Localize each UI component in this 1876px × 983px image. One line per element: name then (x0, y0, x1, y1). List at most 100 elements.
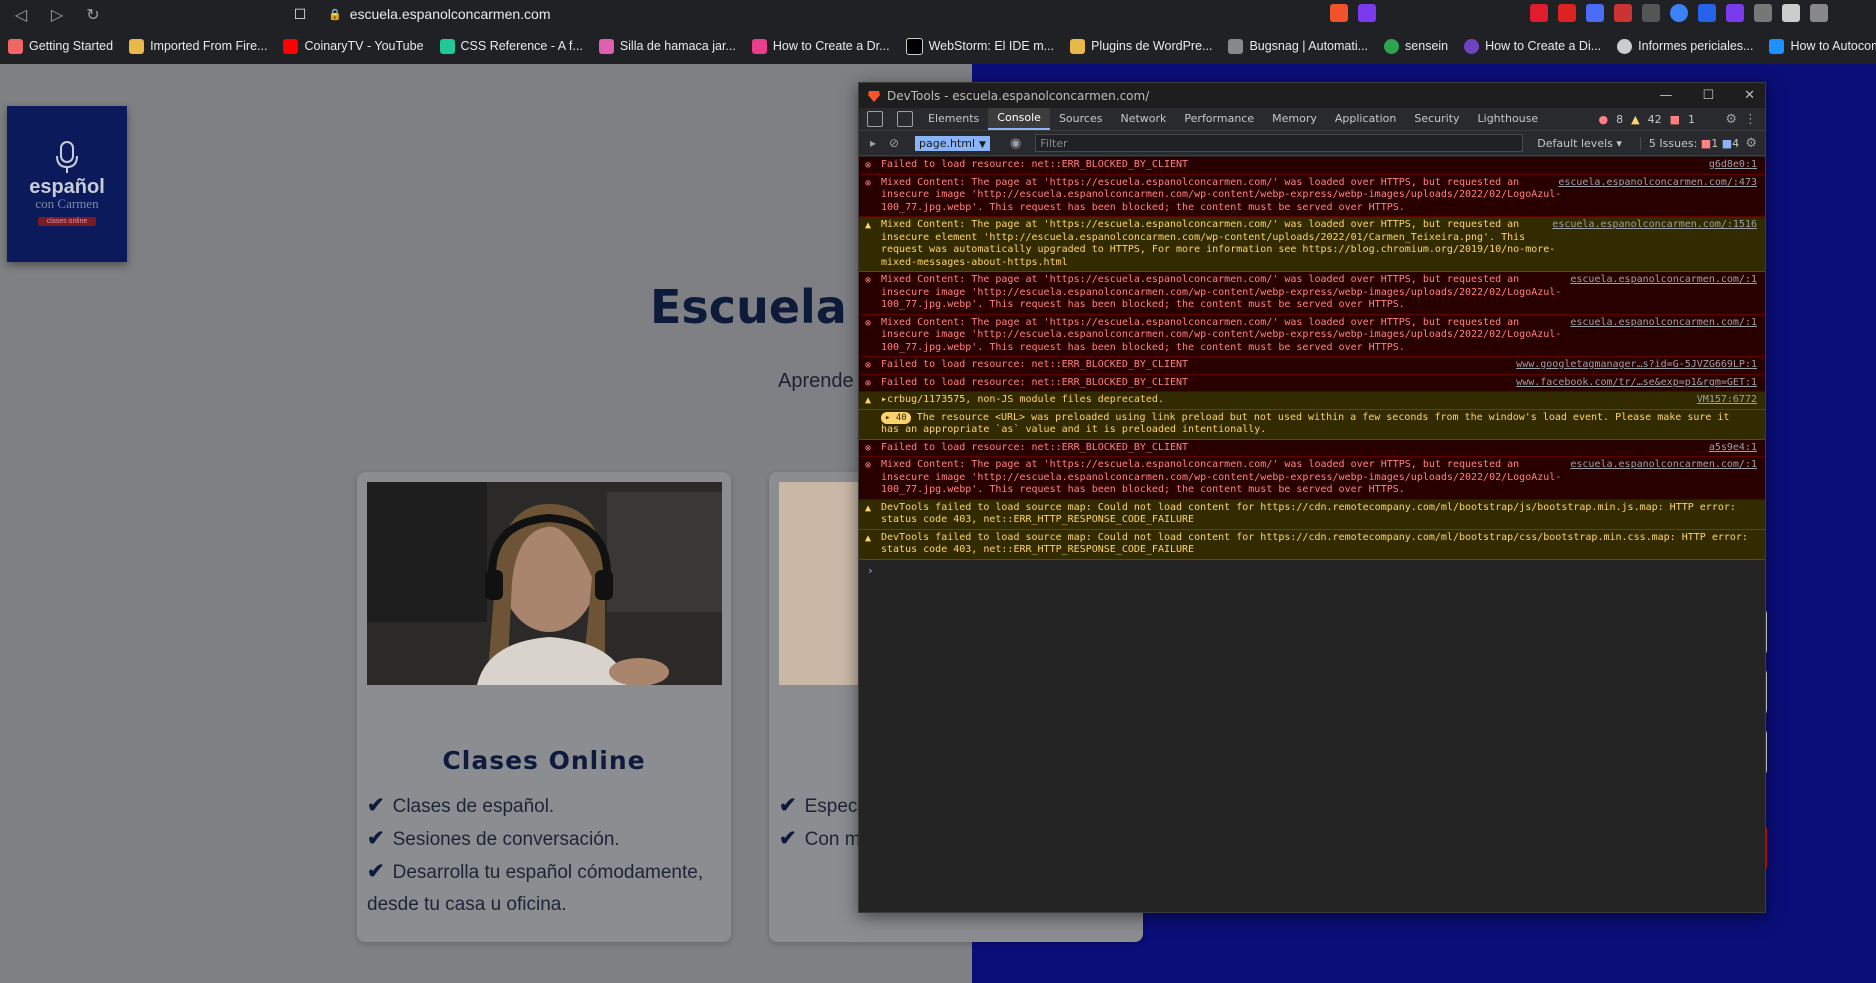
tab-lighthouse[interactable]: Lighthouse (1469, 108, 1548, 130)
bookmark-favicon-icon (8, 38, 23, 54)
bookmark-item[interactable]: Getting Started (8, 38, 113, 54)
console-message[interactable]: ⊗ Failed to load resource: net::ERR_BLOCK… (859, 357, 1765, 375)
console-message[interactable]: ▲ DevTools failed to load source map: Cou… (859, 529, 1765, 560)
bookmark-favicon-icon (439, 38, 455, 54)
message-repeat-badge[interactable]: ▸ 40 (881, 411, 911, 424)
error-icon: ⊗ (865, 160, 872, 171)
check-icon: ✔ (779, 794, 797, 817)
extension-icon[interactable] (1726, 4, 1744, 22)
message-source-link[interactable]: VM157:6772 (1697, 394, 1757, 407)
sidebar-toggle-icon[interactable]: ▸ (866, 136, 880, 150)
address-bar[interactable]: ☐ 🔒 escuela.espanolconcarmen.com (290, 1, 1402, 27)
tab-sources[interactable]: Sources (1050, 108, 1112, 130)
bookmark-item[interactable]: How to Create a Dr... (751, 38, 890, 54)
issues-count: 1 (1688, 112, 1695, 126)
warning-icon: ▲ (865, 395, 872, 406)
settings-icon[interactable]: ⚙ (1725, 112, 1737, 127)
bookmark-item[interactable]: Bugsnag | Automati... (1228, 38, 1368, 54)
clear-console-icon[interactable]: ⊘ (887, 136, 901, 150)
brave-rewards-icon[interactable] (1358, 4, 1376, 22)
message-source-link[interactable]: escuela.espanolconcarmen.com/:473 (1558, 177, 1757, 190)
message-source-link[interactable]: g6d8e0:1 (1709, 159, 1757, 172)
console-message[interactable]: ⊗ Mixed Content: The page at 'https://esc… (859, 314, 1765, 357)
message-source-link[interactable]: escuela.espanolconcarmen.com/:1 (1570, 317, 1757, 330)
issues-button[interactable]: 5 Issues: ■1 ■4 (1639, 136, 1739, 150)
bookmark-icon[interactable]: ☐ (290, 6, 310, 23)
tab-console[interactable]: Console (988, 108, 1050, 130)
console-message[interactable]: ▲ DevTools failed to load source map: Cou… (859, 499, 1765, 530)
eye-icon[interactable]: ◉ (1010, 136, 1021, 151)
warning-count: 42 (1647, 112, 1662, 126)
context-selector[interactable]: page.html ▼ (915, 135, 990, 151)
bookmark-item[interactable]: WebStorm: El IDE m... (905, 37, 1054, 55)
console-prompt[interactable]: › (859, 560, 1765, 581)
folder-icon (1070, 38, 1086, 54)
puzzle-icon[interactable] (1782, 4, 1800, 22)
console-message[interactable]: ⊗ Mixed Content: The page at 'https://esc… (859, 272, 1765, 315)
inspect-element-icon[interactable] (867, 111, 883, 127)
extension-icon[interactable] (1670, 4, 1688, 22)
console-message[interactable]: ⊗ Mixed Content: The page at 'https://esc… (859, 457, 1765, 500)
lock-icon[interactable]: 🔒 (328, 8, 342, 21)
back-icon[interactable]: ◁ (10, 4, 32, 26)
brave-shield-icon[interactable] (1330, 4, 1348, 22)
message-source-link[interactable]: escuela.espanolconcarmen.com/:1 (1570, 274, 1757, 287)
bookmark-item[interactable]: Plugins de WordPre... (1070, 38, 1212, 54)
wallet-icon[interactable] (1810, 4, 1828, 22)
console-message[interactable]: ▸ 40 The resource <URL> was preloaded usi… (859, 409, 1765, 440)
bookmark-favicon-icon (751, 38, 767, 54)
log-levels-dropdown[interactable]: Default levels ▾ (1537, 137, 1622, 150)
close-icon[interactable]: ✕ (1744, 83, 1755, 108)
message-source-link[interactable]: escuela.espanolconcarmen.com/:1 (1570, 459, 1757, 472)
console-message[interactable]: ▲ Mixed Content: The page at 'https://esc… (859, 217, 1765, 272)
tab-application[interactable]: Application (1326, 108, 1405, 130)
console-settings-icon[interactable]: ⚙ (1745, 136, 1757, 151)
site-logo[interactable]: español con Carmen clases online (7, 106, 127, 262)
console-messages: ⊗ Failed to load resource: net::ERR_BLOCK… (859, 157, 1765, 912)
tab-elements[interactable]: Elements (919, 108, 988, 130)
bookmark-item[interactable]: sensein (1384, 38, 1448, 54)
extension-icon[interactable] (1614, 4, 1632, 22)
check-icon: ✔ (367, 794, 385, 817)
extension-icon[interactable] (1754, 4, 1772, 22)
bookmark-item[interactable]: CSS Reference - A f... (439, 38, 583, 54)
extension-icon[interactable] (1558, 4, 1576, 22)
maximize-icon[interactable]: ☐ (1702, 83, 1714, 108)
console-message[interactable]: ⊗ Failed to load resource: net::ERR_BLOCK… (859, 157, 1765, 175)
message-source-link[interactable]: a5s9e4:1 (1709, 442, 1757, 455)
message-source-link[interactable]: escuela.espanolconcarmen.com/:1516 (1552, 219, 1757, 232)
extension-icon[interactable] (1530, 4, 1548, 22)
extension-icon[interactable] (1586, 4, 1604, 22)
extension-icon[interactable] (1642, 4, 1660, 22)
bookmark-item[interactable]: Silla de hamaca jar... (598, 38, 736, 54)
bookmark-item[interactable]: Imported From Fire... (129, 38, 267, 54)
forward-icon[interactable]: ▷ (46, 4, 68, 26)
console-message[interactable]: ⊗ Mixed Content: The page at 'https://esc… (859, 174, 1765, 217)
message-source-link[interactable]: www.facebook.com/tr/…se&exp=p1&rgm=GET:1 (1516, 377, 1757, 390)
bookmark-item[interactable]: How to Create a Di... (1464, 38, 1601, 54)
message-source-link[interactable]: www.googletagmanager…s?id=G-5JVZG669LP:1 (1516, 359, 1757, 372)
console-message[interactable]: ⊗ Failed to load resource: net::ERR_BLOCK… (859, 439, 1765, 457)
devtools-tabbar: Elements Console Sources Network Perform… (859, 108, 1765, 131)
more-options-icon[interactable]: ⋮ (1744, 112, 1757, 127)
tab-security[interactable]: Security (1405, 108, 1468, 130)
reload-icon[interactable]: ↻ (82, 4, 104, 26)
tab-performance[interactable]: Performance (1175, 108, 1263, 130)
console-message[interactable]: ▲ ▸crbug/1173575, non-JS module files dep… (859, 392, 1765, 410)
tab-memory[interactable]: Memory (1263, 108, 1326, 130)
filter-input[interactable]: Filter (1035, 134, 1524, 152)
minimize-icon[interactable]: — (1659, 83, 1672, 108)
extension-icon[interactable] (1698, 4, 1716, 22)
bookmark-item[interactable]: How to Autocompl... (1769, 38, 1876, 54)
url-text[interactable]: escuela.espanolconcarmen.com (350, 6, 551, 22)
bookmark-favicon-icon (1769, 38, 1785, 54)
bookmark-item[interactable]: CoinaryTV - YouTube (283, 38, 424, 54)
message-counts[interactable]: ● 8 ▲ 42 ■ 1 (1599, 113, 1695, 126)
console-message[interactable]: ⊗ Failed to load resource: net::ERR_BLOCK… (859, 374, 1765, 392)
chevron-down-icon: ▼ (979, 139, 986, 150)
youtube-icon (283, 38, 299, 54)
device-toolbar-icon[interactable] (897, 111, 913, 127)
folder-icon (129, 38, 145, 54)
bookmark-item[interactable]: Informes periciales... (1617, 38, 1753, 54)
tab-network[interactable]: Network (1111, 108, 1175, 130)
